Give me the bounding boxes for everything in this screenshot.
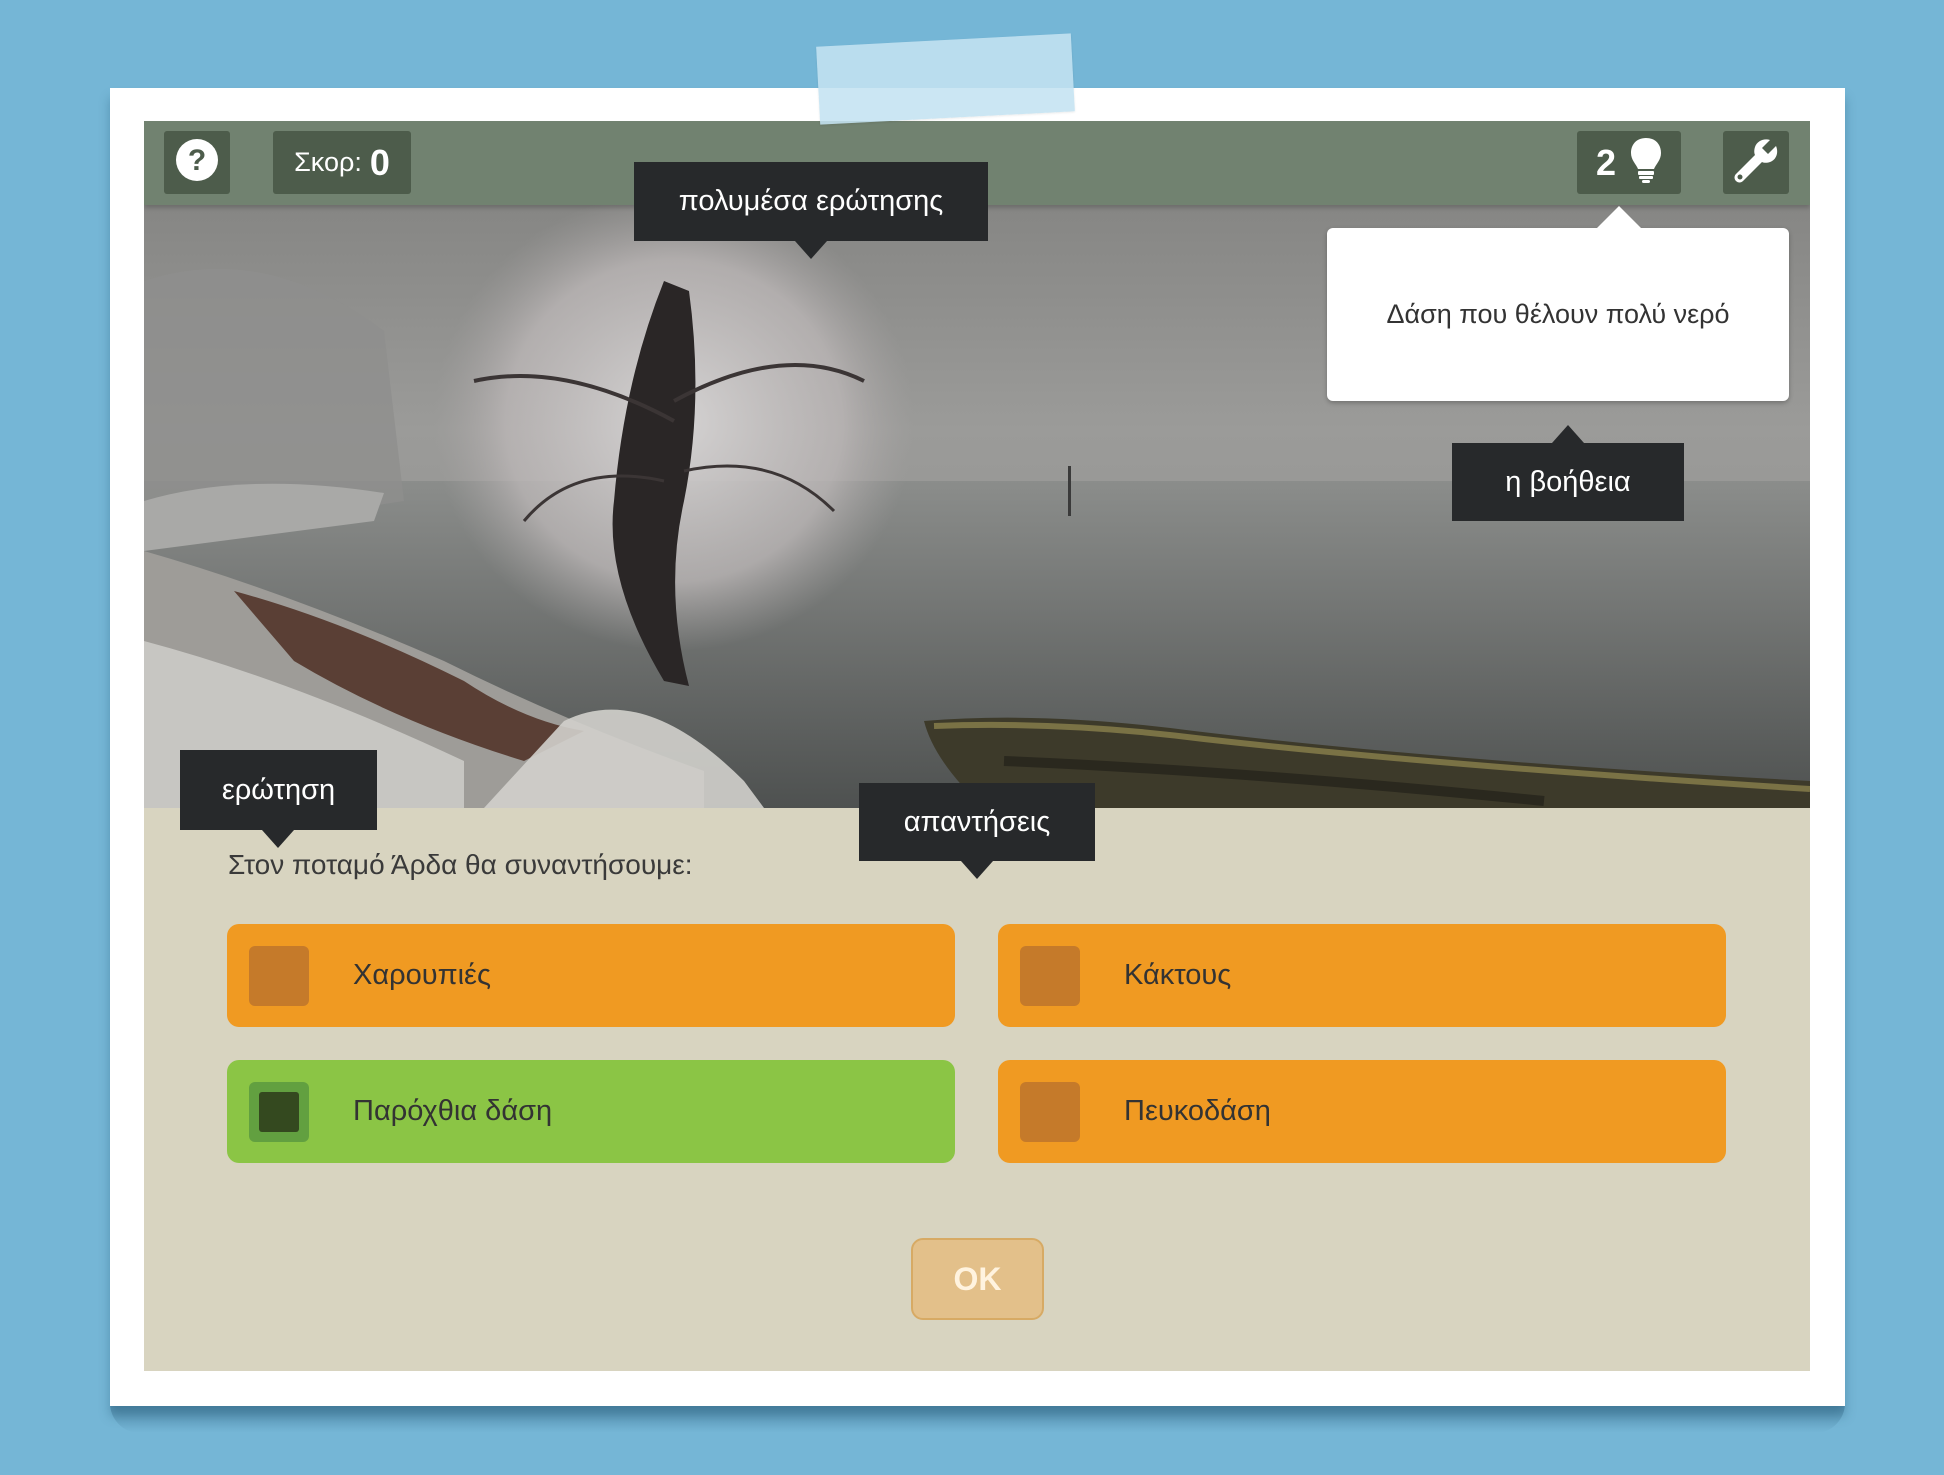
score-display: Σκορ: 0 xyxy=(273,131,411,194)
tooltip-question: ερώτηση xyxy=(180,750,377,848)
lightbulb-icon xyxy=(1630,136,1662,189)
tooltip-media-text: πολυμέσα ερώτησης xyxy=(678,185,944,217)
ok-button[interactable]: OK xyxy=(911,1238,1044,1320)
answer-option-4[interactable]: Πευκοδάση xyxy=(998,1060,1726,1163)
answer-checkbox[interactable] xyxy=(1020,1082,1080,1142)
answer-option-3[interactable]: Παρόχθια δάση xyxy=(227,1060,955,1163)
help-button[interactable]: ? xyxy=(164,131,230,194)
score-label: Σκορ: xyxy=(294,147,362,177)
checkbox-mark xyxy=(259,1092,299,1132)
answer-label: Πευκοδάση xyxy=(1124,1095,1271,1127)
hint-popup: Δάση που θέλουν πολύ νερό xyxy=(1327,206,1789,401)
tooltip-answers-arrow xyxy=(961,861,993,879)
hint-popup-text: Δάση που θέλουν πολύ νερό xyxy=(1386,299,1730,329)
answer-checkbox[interactable] xyxy=(1020,946,1080,1006)
tape-decoration xyxy=(816,33,1075,125)
answer-label: Κάκτους xyxy=(1124,959,1232,991)
answer-label: Παρόχθια δάση xyxy=(353,1095,553,1127)
tools-button[interactable] xyxy=(1723,131,1789,194)
tooltip-question-text: ερώτηση xyxy=(221,773,336,806)
tooltip-question-arrow xyxy=(262,830,294,848)
hint-popup-caret xyxy=(1597,206,1641,228)
answer-option-2[interactable]: Κάκτους xyxy=(998,924,1726,1027)
answer-option-1[interactable]: Χαρουπιές xyxy=(227,924,955,1027)
hints-remaining: 2 xyxy=(1595,141,1617,183)
tooltip-media-arrow xyxy=(795,241,827,259)
tooltip-help: η βοήθεια xyxy=(1452,425,1684,521)
answer-label: Χαρουπιές xyxy=(353,959,491,991)
tooltip-answers-text: απαντήσεις xyxy=(903,805,1051,838)
tooltip-media: πολυμέσα ερώτησης xyxy=(634,162,988,259)
answer-checkbox-selected[interactable] xyxy=(249,1082,309,1142)
tooltip-answers: απαντήσεις xyxy=(859,783,1095,879)
question-text: Στον ποταμό Άρδα θα συναντήσουμε: xyxy=(228,849,693,880)
question-circle-icon: ? xyxy=(174,137,220,188)
score-value: 0 xyxy=(369,141,390,183)
tooltip-help-text: η βοήθεια xyxy=(1505,465,1631,498)
svg-text:?: ? xyxy=(188,144,206,177)
answer-checkbox[interactable] xyxy=(249,946,309,1006)
quiz-stage: ? Σκορ: 0 2 Δάση που θέλουν πολύ νερό πο… xyxy=(144,121,1810,1371)
tooltip-help-arrow xyxy=(1552,425,1584,443)
wrench-icon xyxy=(1732,136,1780,189)
hint-button[interactable]: 2 xyxy=(1577,131,1681,194)
